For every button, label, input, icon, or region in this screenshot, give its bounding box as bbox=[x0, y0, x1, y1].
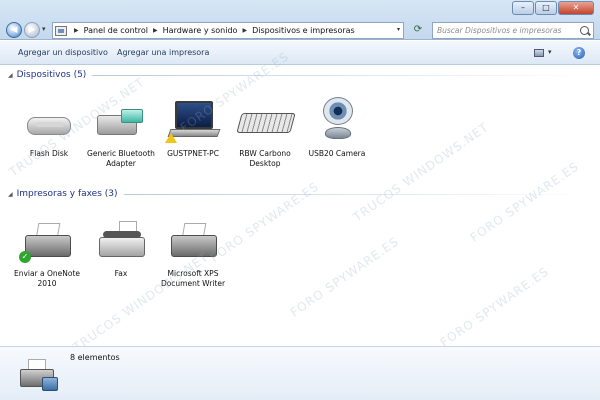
breadcrumb-devices-printers[interactable]: Dispositivos e impresoras bbox=[252, 26, 355, 35]
address-dropdown[interactable]: ▾ bbox=[397, 26, 400, 33]
group-title: Dispositivos (5) bbox=[16, 70, 87, 80]
forward-button[interactable]: ▶ bbox=[24, 22, 40, 38]
device-label: Flash Disk bbox=[29, 149, 69, 158]
history-dropdown[interactable]: ▾ bbox=[42, 25, 46, 33]
keyboard-icon bbox=[236, 95, 296, 147]
device-item[interactable]: RBW Carbono Desktop bbox=[230, 95, 300, 169]
device-item[interactable]: USB20 Camera bbox=[302, 95, 372, 159]
search-box[interactable]: Buscar Dispositivos e impresoras bbox=[432, 22, 594, 39]
printer-icon bbox=[165, 215, 221, 267]
back-button[interactable]: ◀ bbox=[6, 22, 22, 38]
warning-icon bbox=[165, 133, 177, 143]
laptop-icon bbox=[165, 95, 221, 147]
details-pane: 8 elementos bbox=[0, 346, 600, 400]
device-label: Generic Bluetooth Adapter bbox=[87, 149, 155, 168]
fax-icon bbox=[93, 215, 149, 267]
printer-label: Microsoft XPS Document Writer bbox=[160, 269, 226, 288]
views-dropdown[interactable]: ▾ bbox=[548, 48, 552, 56]
minimize-button[interactable]: – bbox=[512, 1, 534, 15]
address-bar[interactable]: ▶ Panel de control ▶ Hardware y sonido ▶… bbox=[52, 22, 404, 39]
default-check-icon: ✓ bbox=[19, 251, 31, 263]
group-divider bbox=[123, 193, 588, 195]
watermark-text: FORO SPYWARE.ES bbox=[437, 264, 552, 350]
breadcrumb-control-panel[interactable]: Panel de control bbox=[84, 26, 148, 35]
bluetooth-adapter-icon bbox=[93, 95, 149, 147]
printer-item[interactable]: Fax bbox=[86, 215, 156, 279]
collapse-arrow-icon[interactable]: ◢ bbox=[8, 191, 13, 198]
flash-disk-icon bbox=[21, 95, 77, 147]
webcam-icon bbox=[309, 95, 365, 147]
views-icon[interactable] bbox=[534, 49, 544, 57]
breadcrumb-separator[interactable]: ▶ bbox=[74, 27, 79, 34]
breadcrumb-separator[interactable]: ▶ bbox=[242, 27, 247, 34]
printer-label: Enviar a OneNote 2010 bbox=[13, 269, 81, 288]
window-controls: – □ ✕ bbox=[512, 1, 594, 15]
printer-icon: ✓ bbox=[19, 215, 75, 267]
device-item[interactable]: GUSTPNET-PC bbox=[158, 95, 228, 159]
watermark-text: FORO SPYWARE.ES bbox=[467, 159, 582, 245]
search-icon[interactable] bbox=[580, 26, 589, 35]
item-count: 8 elementos bbox=[70, 353, 120, 362]
content-area: ◢ Dispositivos (5) Flash Disk Generic Bl… bbox=[0, 49, 600, 354]
title-bar: – □ ✕ ◀ ▶ ▾ ▶ Panel de control ▶ Hardwar… bbox=[0, 0, 600, 40]
control-panel-icon bbox=[55, 25, 67, 36]
group-header-printers[interactable]: ◢ Impresoras y faxes (3) bbox=[8, 189, 588, 199]
add-printer-button[interactable]: Agregar una impresora bbox=[117, 48, 209, 57]
help-icon[interactable]: ? bbox=[573, 47, 585, 59]
command-bar: Agregar un dispositivo Agregar una impre… bbox=[0, 41, 600, 65]
breadcrumb-separator[interactable]: ▶ bbox=[153, 27, 158, 34]
collapse-arrow-icon[interactable]: ◢ bbox=[8, 72, 13, 79]
device-item[interactable]: Flash Disk bbox=[14, 95, 84, 159]
device-item[interactable]: Generic Bluetooth Adapter bbox=[86, 95, 156, 169]
watermark-text: FORO SPYWARE.ES bbox=[287, 234, 402, 320]
devices-printers-icon bbox=[16, 355, 60, 395]
add-device-button[interactable]: Agregar un dispositivo bbox=[18, 48, 108, 57]
group-divider bbox=[92, 74, 588, 76]
printer-item[interactable]: ✓ Enviar a OneNote 2010 bbox=[12, 215, 82, 289]
refresh-button[interactable]: ⟳ bbox=[410, 23, 426, 38]
device-label: USB20 Camera bbox=[308, 149, 366, 158]
printer-label: Fax bbox=[114, 269, 128, 278]
device-label: RBW Carbono Desktop bbox=[239, 149, 291, 168]
group-header-devices[interactable]: ◢ Dispositivos (5) bbox=[8, 70, 588, 80]
group-title: Impresoras y faxes (3) bbox=[16, 189, 118, 199]
device-label: GUSTPNET-PC bbox=[167, 149, 219, 158]
printer-item[interactable]: Microsoft XPS Document Writer bbox=[158, 215, 228, 289]
search-input[interactable]: Buscar Dispositivos e impresoras bbox=[437, 26, 561, 35]
breadcrumb-hardware-sound[interactable]: Hardware y sonido bbox=[163, 26, 238, 35]
close-button[interactable]: ✕ bbox=[558, 1, 594, 15]
maximize-button[interactable]: □ bbox=[535, 1, 557, 15]
